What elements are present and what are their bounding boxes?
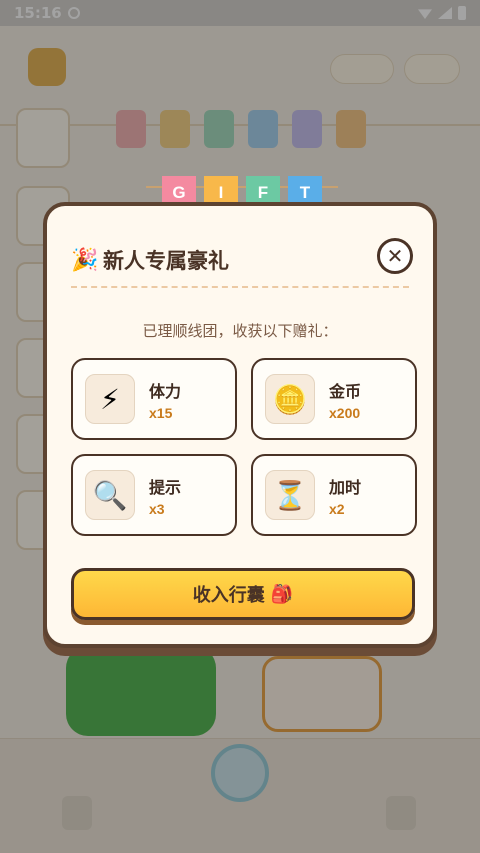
reward-amount: x2 [329, 500, 345, 517]
reward-icon-glyph: ⏳ [272, 478, 308, 512]
reward-name: 金币 [329, 381, 362, 401]
coin-icon: 🪙 [265, 374, 315, 424]
gift-letter: T [299, 183, 311, 202]
gift-letter: F [257, 183, 269, 202]
reward-name: 提示 [149, 477, 182, 497]
hourglass-icon: ⏳ [265, 470, 315, 520]
reward-card: ⏳ 加时 x2 [251, 454, 417, 536]
modal-title: 新人专属豪礼 [103, 249, 229, 273]
reward-name: 体力 [149, 381, 182, 401]
backpack-icon: 🎒 [270, 583, 294, 605]
collect-button[interactable]: 收入行囊 🎒 [71, 568, 415, 620]
reward-text: 提示 x3 [149, 474, 181, 517]
reward-icon-glyph: 🔍 [92, 478, 128, 512]
reward-card: 🪙 金币 x200 [251, 358, 417, 440]
lightning-icon: ⚡ [85, 374, 135, 424]
reward-text: 金币 x200 [329, 378, 361, 421]
close-icon: ✕ [386, 244, 404, 268]
reward-text: 加时 x2 [329, 474, 361, 517]
reward-icon-glyph: 🪙 [272, 382, 308, 416]
modal-subtitle: 已理顺线团，收获以下赠礼： [142, 322, 338, 340]
divider [71, 286, 409, 288]
modal-header: 🎉 新人专属豪礼 [71, 242, 413, 278]
reward-text: 体力 x15 [149, 378, 181, 421]
reward-card: 🔍 提示 x3 [71, 454, 237, 536]
reward-amount: x15 [149, 404, 173, 421]
reward-name: 加时 [329, 477, 362, 497]
reward-card: ⚡ 体力 x15 [71, 358, 237, 440]
party-popper-icon: 🎉 [71, 247, 99, 273]
reward-amount: x200 [329, 404, 361, 421]
gift-letter: I [218, 183, 224, 202]
reward-icon-glyph: ⚡ [100, 382, 120, 416]
gift-modal: 🎉 新人专属豪礼 ✕ 已理顺线团，收获以下赠礼： ⚡ 体力 x15 🪙 金币 x… [43, 202, 437, 648]
reward-amount: x3 [149, 500, 165, 517]
collect-button-label: 收入行囊 [192, 585, 265, 606]
magnifier-icon: 🔍 [85, 470, 135, 520]
gift-letter: G [172, 183, 186, 202]
close-button[interactable]: ✕ [377, 238, 413, 274]
